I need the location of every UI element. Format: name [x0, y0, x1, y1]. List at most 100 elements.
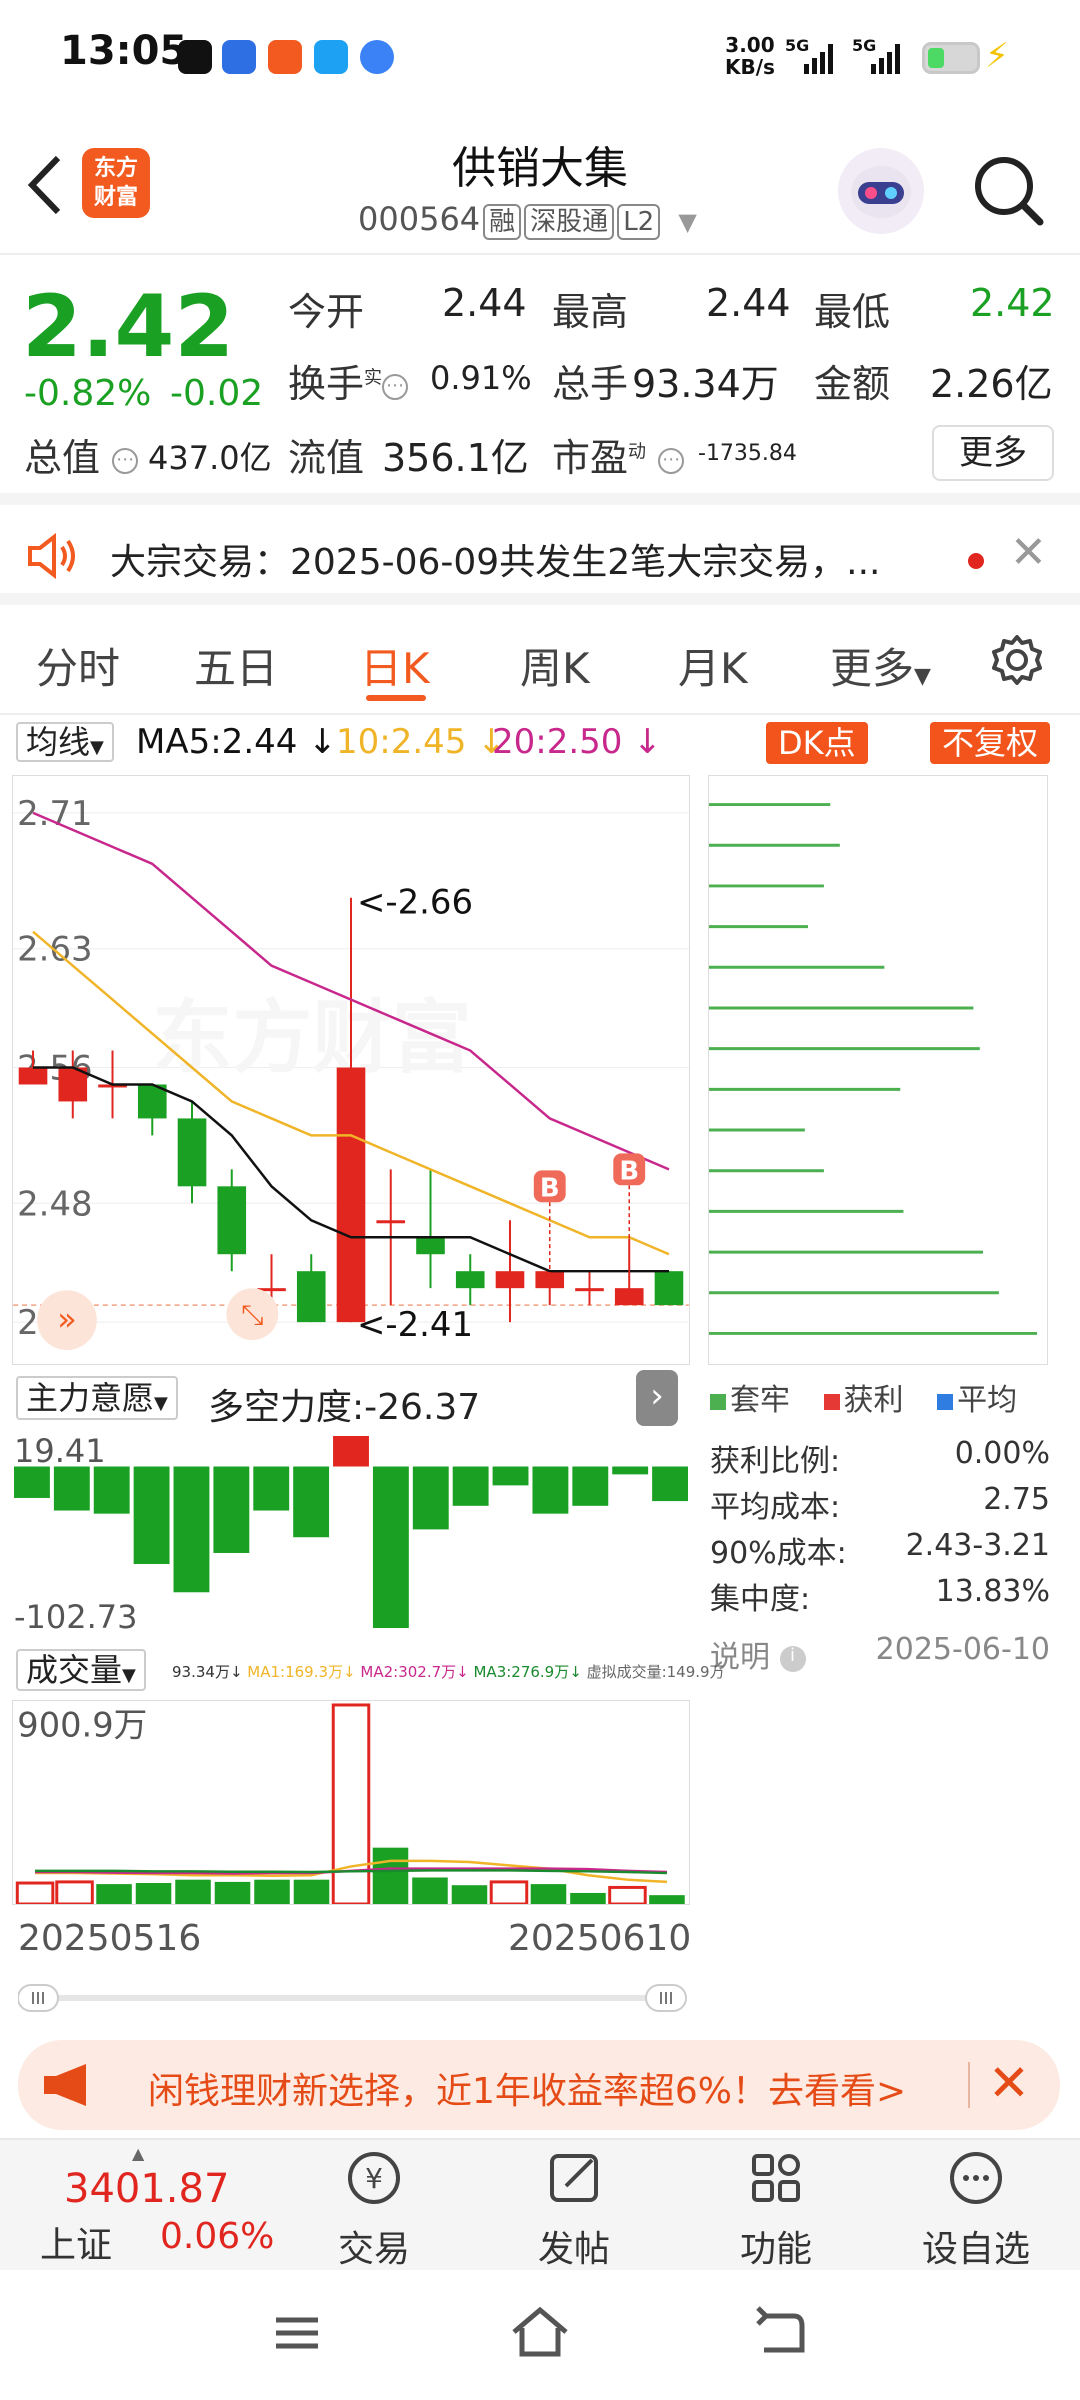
chart-tabs: 分时 五日 日K 周K 月K 更多▼ — [0, 605, 1080, 715]
candlestick-chart[interactable]: 2.712.632.562.482.41东方财富<-2.66<-2.41BB»⤡ — [12, 775, 690, 1365]
volume-chart: 900.9万 — [12, 1700, 690, 1905]
gear-icon[interactable] — [990, 633, 1044, 687]
chevron-down-icon: ▼ — [914, 664, 931, 689]
bottom-nav: ▲ 3401.87 上证 0.06% ¥ 交易 发帖 功能 设自选 — [0, 2138, 1080, 2270]
stock-code: 000564 — [358, 200, 481, 238]
volume-indicator-select[interactable]: 成交量▼ — [16, 1649, 146, 1691]
volume-bar-down — [570, 1892, 606, 1904]
chevron-down-icon: ▼ — [122, 1665, 136, 1686]
nav-functions[interactable]: 功能 — [706, 2146, 846, 2272]
close-icon[interactable]: ✕ — [1010, 527, 1047, 578]
trade-icon: ¥ — [348, 2152, 400, 2204]
open-value: 2.44 — [442, 281, 527, 325]
flow-bar — [532, 1466, 569, 1514]
unread-dot — [968, 553, 984, 569]
index-value[interactable]: 3401.87 — [64, 2166, 229, 2212]
back-nav-icon[interactable] — [752, 2306, 808, 2360]
tab-monthly-k[interactable]: 月K — [678, 635, 748, 696]
low-label: 最低 — [814, 290, 891, 334]
low-annotation: <-2.41 — [357, 1305, 473, 1344]
candle-body — [376, 1220, 406, 1224]
flow-bar — [572, 1466, 609, 1506]
tiktok-icon — [178, 40, 212, 74]
tag-l2: L2 — [617, 204, 661, 240]
grid-icon — [752, 2154, 800, 2202]
volume-bar-up — [15, 1881, 55, 1904]
home-icon[interactable] — [508, 2302, 572, 2362]
turnover-value: 0.91% — [430, 359, 532, 397]
info-icon: ⋯ — [112, 447, 139, 474]
float-value: 356.1亿 — [382, 436, 529, 480]
tab-weekly-k[interactable]: 周K — [520, 635, 590, 696]
volume-bar-up — [489, 1880, 529, 1904]
promo-banner[interactable]: 闲钱理财新选择，近1年收益率超6%！去看看> ✕ — [18, 2040, 1060, 2130]
watermark: 东方财富 — [153, 991, 472, 1084]
megaphone-icon — [44, 2064, 86, 2106]
change-percent: -0.82% — [24, 373, 152, 414]
nav-add-watchlist[interactable]: 设自选 — [906, 2146, 1046, 2272]
search-icon[interactable] — [968, 150, 1048, 230]
system-nav-bar — [0, 2270, 1080, 2400]
tab-daily-k[interactable]: 日K — [360, 635, 430, 696]
note-row[interactable]: 说明 i 2025-06-10 — [710, 1632, 1050, 1676]
volume-bar-down — [530, 1884, 567, 1904]
nav-post[interactable]: 发帖 — [504, 2146, 644, 2272]
flow-indicator-select[interactable]: 主力意愿▼ — [16, 1376, 178, 1420]
quote-panel: 2.42 -0.82% -0.02 今开 2.44 最高 2.44 最低 2.4… — [0, 255, 1080, 505]
mktcap-value: 437.0亿 — [148, 439, 272, 477]
tab-intraday[interactable]: 分时 — [36, 635, 120, 696]
signal-icon-2 — [871, 44, 900, 74]
chart-range-slider[interactable] — [18, 1983, 688, 2013]
ma20-value: 20:2.50 ↓ — [492, 722, 662, 762]
y-tick-label: 2.71 — [17, 794, 92, 833]
flow-bar — [93, 1466, 130, 1514]
announcement-text: 大宗交易：2025-06-09共发生2笔大宗交易，... — [110, 542, 881, 583]
volume-bar-up — [331, 1703, 371, 1904]
more-circle-icon — [950, 2152, 1002, 2204]
tag-margin: 融 — [483, 204, 522, 240]
avg-cost-row: 平均成本: 2.75 — [710, 1482, 1050, 1525]
more-button[interactable]: 更多 — [932, 425, 1054, 481]
divider — [968, 2062, 970, 2108]
chevron-right-icon[interactable]: › — [636, 1370, 678, 1426]
volume-bar-down — [372, 1847, 409, 1904]
high-annotation: <-2.66 — [357, 883, 473, 922]
flow-bar — [452, 1466, 489, 1506]
pe-value: -1735.84 — [698, 441, 797, 466]
flow-bar — [293, 1466, 330, 1538]
flow-bar — [173, 1466, 210, 1593]
dk-point-button[interactable]: DK点 — [766, 722, 868, 764]
close-icon[interactable]: ✕ — [988, 2054, 1030, 2112]
volume-bar-down — [293, 1879, 330, 1904]
tab-more[interactable]: 更多▼ — [830, 635, 931, 696]
volume-bar-down — [96, 1884, 132, 1904]
volume-bar-down — [135, 1883, 172, 1904]
stock-header: 东方 财富 供销大集 000564 融深股通 L2 ▼ — [0, 110, 1080, 255]
adjust-mode-button[interactable]: 不复权 — [930, 722, 1051, 764]
nav-trade[interactable]: ¥ 交易 — [304, 2146, 444, 2272]
amount-label: 金额 — [814, 362, 891, 406]
stock-code-row[interactable]: 000564 融深股通 L2 ▼ — [358, 200, 697, 240]
menu-icon[interactable] — [270, 2306, 324, 2360]
promo-text: 闲钱理财新选择，近1年收益率超6%！去看看> — [148, 2071, 907, 2112]
amount-value: 2.26亿 — [930, 362, 1053, 406]
turnover-label: 换手实 ⋯ — [288, 353, 409, 408]
volume-bar-down — [254, 1879, 290, 1904]
status-bar: 13:05 3.00 KB/s 5G 5G ⚡ — [0, 0, 1080, 110]
flow-bar — [492, 1466, 529, 1486]
candle-body — [416, 1237, 445, 1255]
flow-bar — [372, 1466, 409, 1628]
info-icon: ⋯ — [382, 373, 409, 400]
flow-bar — [53, 1466, 90, 1511]
tab-five-day[interactable]: 五日 — [194, 635, 278, 696]
chip-legend: 套牢 获利 平均 — [710, 1375, 1060, 1419]
ma-select[interactable]: 均线▼ — [16, 722, 114, 762]
volume-bar-down — [214, 1881, 251, 1904]
robot-avatar[interactable] — [838, 148, 924, 234]
candle-body — [296, 1271, 326, 1323]
mktcap-label: 总值 ⋯ — [24, 427, 139, 482]
candle-body — [575, 1288, 604, 1292]
profit-ratio-row: 获利比例: 0.00% — [710, 1436, 1050, 1479]
double-chevron-glyph: » — [57, 1300, 77, 1338]
announcement-bar[interactable]: 大宗交易：2025-06-09共发生2笔大宗交易，... ✕ — [0, 505, 1080, 605]
